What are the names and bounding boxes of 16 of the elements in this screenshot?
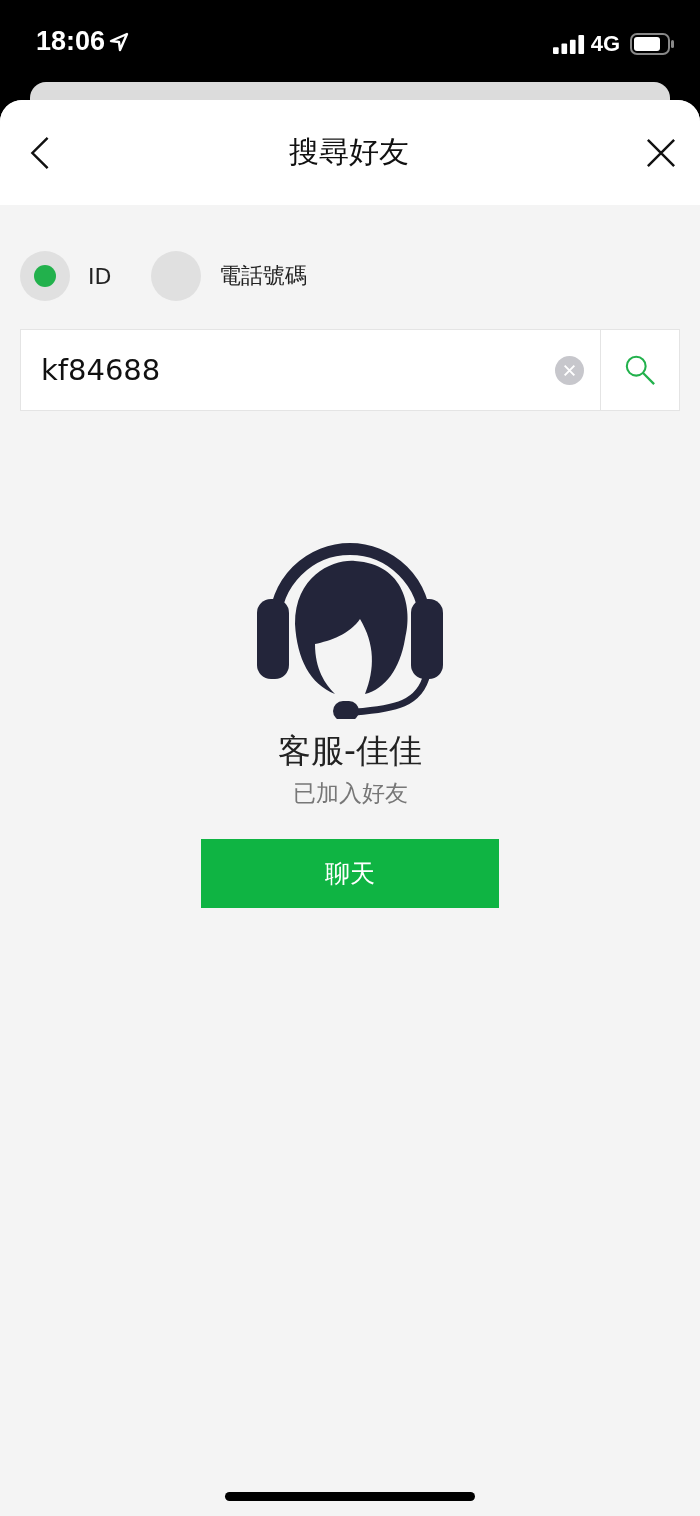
search-icon [624, 354, 656, 386]
search-field[interactable]: kf84688 [20, 329, 600, 411]
close-icon [646, 137, 676, 168]
contact-name: 客服-佳佳 [278, 730, 422, 772]
signal-icon [552, 34, 585, 54]
network-type: 4G [590, 31, 620, 57]
friend-status: 已加入好友 [292, 779, 408, 808]
page-title: 搜尋好友 [289, 133, 409, 171]
search-button[interactable] [600, 329, 680, 411]
radio-button[interactable] [20, 251, 70, 301]
radio-label: 電話號碼 [219, 262, 308, 290]
status-time: 18:06 [36, 26, 106, 57]
battery-icon [630, 33, 674, 55]
clear-icon[interactable] [555, 356, 584, 385]
location-arrow-icon [109, 31, 130, 52]
radio-label: ID [88, 263, 112, 289]
